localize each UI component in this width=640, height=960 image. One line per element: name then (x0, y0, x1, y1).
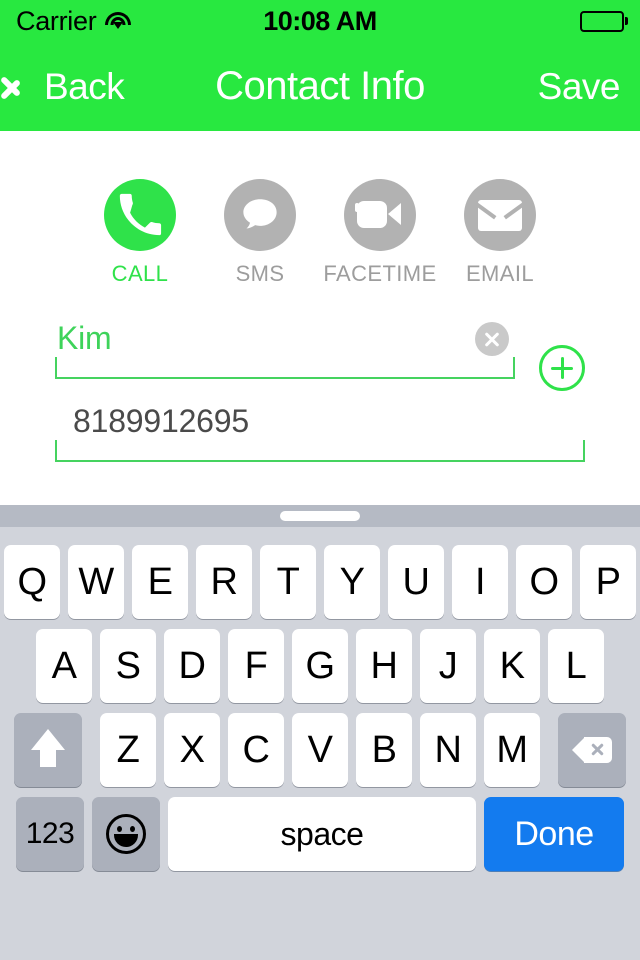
key-q[interactable]: Q (4, 545, 60, 619)
key-x[interactable]: X (164, 713, 220, 787)
action-facetime-label: FACETIME (323, 261, 437, 286)
key-h[interactable]: H (356, 629, 412, 703)
shift-key[interactable] (14, 713, 82, 787)
key-l[interactable]: L (548, 629, 604, 703)
email-circle (464, 179, 536, 251)
key-a[interactable]: A (36, 629, 92, 703)
battery-full-icon (580, 10, 628, 32)
action-call-label: CALL (111, 261, 169, 286)
keyboard-row-4: 123 space Done (0, 797, 640, 871)
action-sms-label: SMS (235, 261, 285, 286)
backspace-key[interactable] (558, 713, 626, 787)
message-icon (243, 199, 277, 229)
envelope-icon (474, 199, 526, 231)
key-m[interactable]: M (484, 713, 540, 787)
save-button[interactable]: Save (538, 66, 621, 108)
navigation-bar: Back Contact Info Save (0, 42, 640, 131)
key-z[interactable]: Z (100, 713, 156, 787)
phone-field-value: 8189912695 (73, 403, 249, 439)
done-key[interactable]: Done (484, 797, 624, 871)
key-i[interactable]: I (452, 545, 508, 619)
emoji-key[interactable] (92, 797, 160, 871)
action-sms[interactable]: SMS (200, 131, 320, 287)
key-t[interactable]: T (260, 545, 316, 619)
call-circle (104, 179, 176, 251)
phone-field[interactable]: 8189912695 (55, 403, 585, 462)
phone-icon (119, 193, 162, 236)
key-r[interactable]: R (196, 545, 252, 619)
key-c[interactable]: C (228, 713, 284, 787)
key-e[interactable]: E (132, 545, 188, 619)
action-facetime[interactable]: FACETIME (320, 131, 440, 287)
key-v[interactable]: V (292, 713, 348, 787)
space-key[interactable]: space (168, 797, 476, 871)
key-g[interactable]: G (292, 629, 348, 703)
name-field-value: Kim (57, 320, 112, 356)
keyboard-rows: Q W E R T Y U I O P A S D F G H J K L Z … (0, 527, 640, 881)
emoji-smiley-icon (106, 814, 146, 854)
name-field-row: Kim (55, 320, 585, 391)
action-email[interactable]: EMAIL (440, 131, 560, 287)
key-w[interactable]: W (68, 545, 124, 619)
status-bar-time: 10:08 AM (263, 5, 377, 36)
contact-info-screen: Carrier 10:08 AM Back Contact Info Save … (0, 0, 640, 960)
keyboard: Q W E R T Y U I O P A S D F G H J K L Z … (0, 505, 640, 960)
sms-circle (224, 179, 296, 251)
key-f[interactable]: F (228, 629, 284, 703)
key-p[interactable]: P (580, 545, 636, 619)
numbers-key[interactable]: 123 (16, 797, 84, 871)
backspace-icon (572, 735, 612, 765)
key-u[interactable]: U (388, 545, 444, 619)
facetime-circle (344, 179, 416, 251)
action-email-label: EMAIL (465, 261, 535, 286)
keyboard-grabber-icon[interactable] (280, 511, 360, 521)
key-s[interactable]: S (100, 629, 156, 703)
phone-field-row: 8189912695 (55, 403, 585, 462)
keyboard-row-1: Q W E R T Y U I O P (0, 545, 640, 619)
keyboard-row-3: Z X C V B N M (0, 713, 640, 787)
name-field[interactable]: Kim (55, 320, 515, 379)
video-icon (355, 199, 403, 231)
action-call[interactable]: CALL (80, 131, 200, 287)
plus-circle-icon[interactable] (539, 345, 585, 391)
clear-circle-icon[interactable] (475, 321, 509, 356)
keyboard-handle-bar (0, 505, 640, 527)
keyboard-row-2: A S D F G H J K L (0, 629, 640, 703)
contact-actions: CALL SMS FACETIME EMAIL (0, 131, 640, 291)
key-b[interactable]: B (356, 713, 412, 787)
key-k[interactable]: K (484, 629, 540, 703)
key-j[interactable]: J (420, 629, 476, 703)
key-d[interactable]: D (164, 629, 220, 703)
key-n[interactable]: N (420, 713, 476, 787)
key-o[interactable]: O (516, 545, 572, 619)
key-y[interactable]: Y (324, 545, 380, 619)
status-bar: Carrier 10:08 AM (0, 0, 640, 42)
